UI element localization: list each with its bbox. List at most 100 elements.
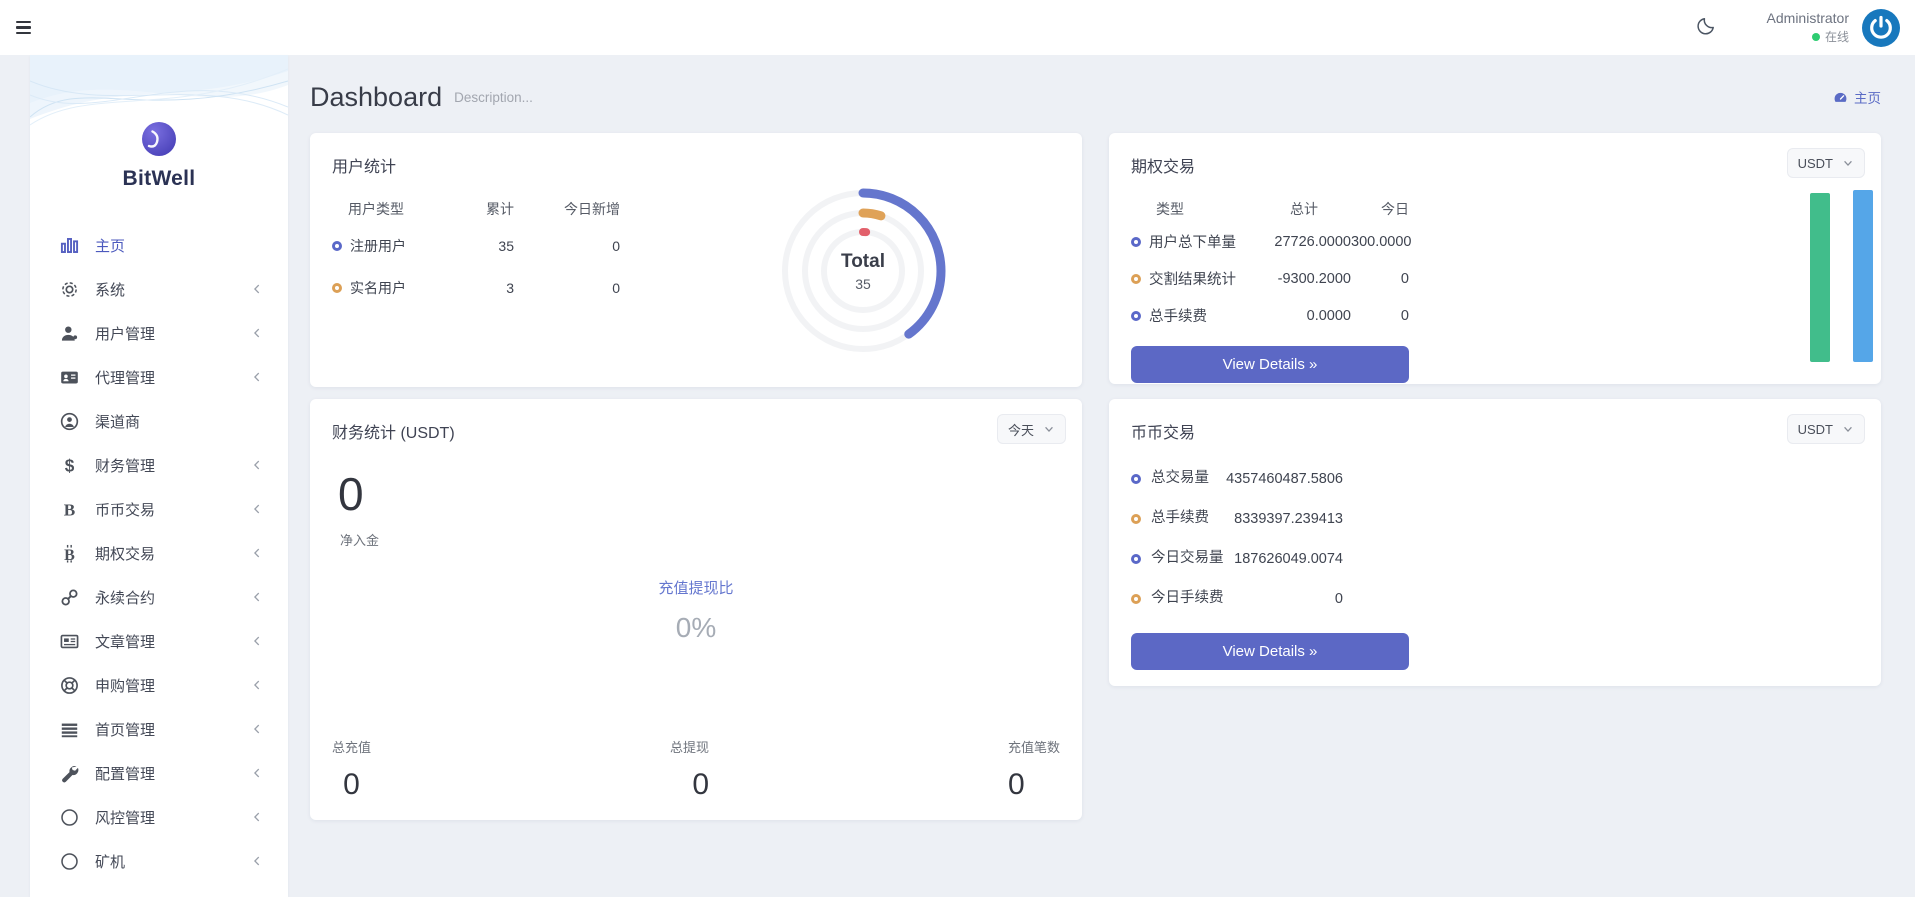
table-row: 用户总下单量 27726.0000 300.0000 — [1131, 223, 1409, 260]
bitcoin-icon: B — [60, 544, 79, 563]
sidebar-item[interactable]: B 币币交易 — [30, 487, 288, 531]
sidebar-item-label: 首页管理 — [95, 719, 155, 740]
options-volume-bars-chart — [1810, 190, 1873, 362]
chevron-left-icon — [250, 678, 264, 692]
gauge-icon — [1833, 90, 1848, 105]
sidebar: BitWell 主页 系统 — [30, 55, 288, 897]
menu-toggle-button[interactable] — [16, 15, 42, 41]
table-row: 总手续费 0.0000 0 — [1131, 297, 1409, 334]
stat-label: 总提现 — [670, 737, 709, 756]
chevron-down-icon — [1842, 157, 1854, 169]
options-view-details-button[interactable]: View Details » — [1131, 346, 1409, 383]
finance-stat: 总提现 0 — [670, 737, 709, 802]
stat-value: 0 — [1008, 768, 1060, 802]
sidebar-item[interactable]: 矿机 — [30, 839, 288, 883]
chevron-left-icon — [250, 634, 264, 648]
finance-range-value: 今天 — [1008, 420, 1034, 439]
options-trading-title: 期权交易 — [1131, 153, 1859, 177]
sidebar-item[interactable]: 系统 — [30, 267, 288, 311]
row-total: 3 — [442, 280, 514, 296]
row-value: 8339397.239413 — [1232, 511, 1343, 527]
legend-ring-icon — [1131, 554, 1141, 564]
sidebar-item-label: 文章管理 — [95, 631, 155, 652]
main-content: Dashboard Description... 主页 用户统计 用户类型 累计… — [310, 55, 1881, 820]
legend-ring-icon — [332, 283, 342, 293]
sidebar-item[interactable]: B 期权交易 — [30, 531, 288, 575]
svg-text:$: $ — [65, 456, 75, 475]
bitwell-admin-dashboard: Administrator 在线 — [0, 0, 1915, 897]
coin-view-details-button[interactable]: View Details » — [1131, 633, 1409, 670]
user-menu[interactable]: Administrator 在线 — [1767, 10, 1849, 45]
chevron-down-icon — [1043, 423, 1055, 435]
page-header: Dashboard Description... 主页 — [310, 75, 1881, 119]
sidebar-item[interactable]: $ 财务管理 — [30, 443, 288, 487]
row-label: 总手续费 — [1149, 305, 1207, 326]
sidebar-item[interactable]: 代理管理 — [30, 355, 288, 399]
legend-ring-icon — [1131, 274, 1141, 284]
row-total: -9300.2000 — [1257, 271, 1351, 287]
net-deposit-value: 0 — [338, 469, 1060, 520]
letter-b-icon: B — [60, 500, 79, 519]
stat-value: 0 — [332, 768, 371, 802]
row-today: 0 — [1351, 271, 1409, 287]
sidebar-item-label: 币币交易 — [95, 499, 155, 520]
chevron-left-icon — [250, 766, 264, 780]
options-table: 类型 总计 今日 用户总下单量 27726.0000 — [1131, 199, 1409, 334]
brand-area: BitWell — [30, 55, 288, 223]
cards-grid: 用户统计 用户类型 累计 今日新增 注册用户 — [310, 133, 1881, 820]
table-row: 注册用户 35 0 — [332, 225, 620, 267]
row-total: 0.0000 — [1257, 308, 1351, 324]
sidebar-item-label: 渠道商 — [95, 411, 140, 432]
legend-ring-icon — [1131, 594, 1141, 604]
row-total: 35 — [442, 238, 514, 254]
list-item: 今日交易量 187626049.0074 — [1131, 539, 1343, 579]
stat-value: 0 — [670, 768, 709, 802]
options-rows: 用户总下单量 27726.0000 300.0000 交割结果统计 — [1131, 223, 1409, 334]
row-label: 实名用户 — [350, 278, 406, 298]
sidebar-item[interactable]: 风控管理 — [30, 795, 288, 839]
coin-currency-select[interactable]: USDT — [1787, 414, 1865, 444]
sidebar-item[interactable]: 永续合约 — [30, 575, 288, 619]
options-currency-select[interactable]: USDT — [1787, 148, 1865, 178]
net-deposit-label: 净入金 — [340, 530, 1060, 549]
sidebar-item-label: 用户管理 — [95, 323, 155, 344]
sidebar-item[interactable]: 申购管理 — [30, 663, 288, 707]
coin-trading-rows: 总交易量 4357460487.5806 总手续费 8339397.239413 — [1131, 459, 1343, 619]
breadcrumb-home-label: 主页 — [1854, 87, 1881, 107]
bar — [1810, 193, 1830, 362]
online-dot-icon — [1812, 33, 1820, 41]
deposit-withdraw-ratio: 充值提现比 0% — [310, 577, 1082, 644]
chevron-down-icon — [1842, 423, 1854, 435]
sidebar-item-label: 财务管理 — [95, 455, 155, 476]
sidebar-item-label: 矿机 — [95, 851, 125, 872]
legend-ring-icon — [332, 241, 342, 251]
sidebar-item[interactable]: 文章管理 — [30, 619, 288, 663]
legend-ring-icon — [1131, 514, 1141, 524]
sidebar-item[interactable]: 首页管理 — [30, 707, 288, 751]
ratio-label: 充值提现比 — [310, 577, 1082, 598]
sidebar-item[interactable]: 主页 — [30, 223, 288, 267]
power-logo-icon — [1861, 8, 1901, 48]
options-trading-card: 期权交易 USDT 类型 总计 今日 — [1109, 133, 1881, 384]
dark-mode-toggle[interactable] — [1691, 13, 1721, 43]
avatar[interactable] — [1861, 8, 1901, 48]
sidebar-item-label: 风控管理 — [95, 807, 155, 828]
row-label: 交割结果统计 — [1149, 268, 1236, 289]
finance-range-select[interactable]: 今天 — [997, 414, 1066, 444]
table-row: 实名用户 3 0 — [332, 267, 620, 309]
ratio-value: 0% — [310, 612, 1082, 644]
row-label: 总手续费 — [1151, 508, 1209, 529]
row-today: 0 — [1351, 308, 1409, 324]
coin-trading-title: 币币交易 — [1131, 419, 1859, 443]
sidebar-item[interactable]: 渠道商 — [30, 399, 288, 443]
user-circle-icon — [60, 412, 79, 431]
breadcrumb[interactable]: 主页 — [1833, 87, 1881, 107]
dollar-icon: $ — [60, 456, 79, 475]
topbar-right: Administrator 在线 — [1691, 8, 1901, 48]
circle-icon — [60, 852, 79, 871]
topbar: Administrator 在线 — [0, 0, 1915, 55]
sidebar-item[interactable]: 用户管理 — [30, 311, 288, 355]
row-total: 27726.0000 — [1257, 234, 1351, 250]
sidebar-item[interactable]: 配置管理 — [30, 751, 288, 795]
row-value: 4357460487.5806 — [1224, 471, 1343, 487]
